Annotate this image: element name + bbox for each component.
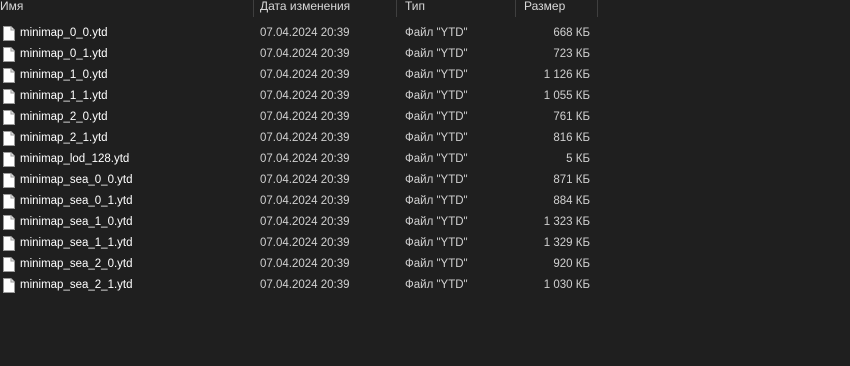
file-size: 884 КБ: [553, 195, 590, 207]
column-header-name[interactable]: Имя: [0, 0, 254, 17]
column-header-date-label: Дата изменения: [260, 0, 351, 13]
file-icon: [3, 170, 17, 191]
file-size: 816 КБ: [553, 132, 590, 144]
file-type: Файл "YTD": [405, 216, 468, 228]
file-row[interactable]: minimap_sea_0_0.ytd 07.04.2024 20:39 Файл …: [0, 170, 850, 191]
file-row[interactable]: minimap_1_0.ytd 07.04.2024 20:39 Файл "YTD…: [0, 65, 850, 86]
column-header-type-label: Тип: [405, 0, 426, 13]
file-type: Файл "YTD": [405, 111, 468, 123]
file-date: 07.04.2024 20:39: [260, 90, 350, 102]
file-type: Файл "YTD": [405, 279, 468, 291]
file-icon: [3, 254, 17, 275]
file-size: 1 030 КБ: [543, 279, 590, 291]
file-name: minimap_sea_1_1.ytd: [20, 237, 133, 249]
column-header-size[interactable]: Размер: [520, 0, 598, 17]
file-icon: [3, 212, 17, 233]
file-row[interactable]: minimap_sea_0_1.ytd 07.04.2024 20:39 Файл …: [0, 191, 850, 212]
file-icon: [3, 275, 17, 296]
file-name: minimap_sea_2_1.ytd: [20, 279, 133, 291]
file-date: 07.04.2024 20:39: [260, 111, 350, 123]
file-type: Файл "YTD": [405, 174, 468, 186]
file-row[interactable]: minimap_lod_128.ytd 07.04.2024 20:39 Файл …: [0, 149, 850, 170]
file-date: 07.04.2024 20:39: [260, 132, 350, 144]
file-row[interactable]: minimap_0_1.ytd 07.04.2024 20:39 Файл "YTD…: [0, 44, 850, 65]
file-row[interactable]: minimap_sea_1_1.ytd 07.04.2024 20:39 Файл …: [0, 233, 850, 254]
file-size: 761 КБ: [553, 111, 590, 123]
column-header-type[interactable]: Тип: [401, 0, 516, 17]
file-size: 668 КБ: [553, 27, 590, 39]
file-row[interactable]: minimap_sea_1_0.ytd 07.04.2024 20:39 Файл …: [0, 212, 850, 233]
file-row[interactable]: minimap_sea_2_1.ytd 07.04.2024 20:39 Файл …: [0, 275, 850, 296]
file-size: 723 КБ: [553, 48, 590, 60]
file-list: minimap_0_0.ytd 07.04.2024 20:39 Файл "YTD…: [0, 23, 850, 296]
file-row[interactable]: minimap_sea_2_0.ytd 07.04.2024 20:39 Файл …: [0, 254, 850, 275]
file-name: minimap_sea_0_0.ytd: [20, 174, 133, 186]
file-date: 07.04.2024 20:39: [260, 216, 350, 228]
file-icon: [3, 23, 17, 44]
file-date: 07.04.2024 20:39: [260, 27, 350, 39]
file-icon: [3, 86, 17, 107]
file-icon: [3, 44, 17, 65]
file-size: 1 055 КБ: [543, 90, 590, 102]
file-list-pane: Имя Дата изменения Тип Размер minimap_0_…: [0, 0, 850, 366]
file-size: 1 323 КБ: [543, 216, 590, 228]
file-row[interactable]: minimap_2_1.ytd 07.04.2024 20:39 Файл "YTD…: [0, 128, 850, 149]
file-name: minimap_lod_128.ytd: [20, 153, 130, 165]
file-icon: [3, 233, 17, 254]
file-date: 07.04.2024 20:39: [260, 237, 350, 249]
file-size: 871 КБ: [553, 174, 590, 186]
file-size: 920 КБ: [553, 258, 590, 270]
file-type: Файл "YTD": [405, 27, 468, 39]
file-name: minimap_sea_1_0.ytd: [20, 216, 133, 228]
file-name: minimap_0_0.ytd: [20, 27, 108, 39]
file-icon: [3, 128, 17, 149]
file-size: 1 126 КБ: [543, 69, 590, 81]
column-header-date[interactable]: Дата изменения: [256, 0, 397, 17]
file-type: Файл "YTD": [405, 48, 468, 60]
file-name: minimap_1_1.ytd: [20, 90, 108, 102]
file-date: 07.04.2024 20:39: [260, 195, 350, 207]
file-date: 07.04.2024 20:39: [260, 48, 350, 60]
file-size: 5 КБ: [566, 153, 590, 165]
file-type: Файл "YTD": [405, 90, 468, 102]
column-header-name-label: Имя: [0, 0, 24, 13]
file-type: Файл "YTD": [405, 195, 468, 207]
file-date: 07.04.2024 20:39: [260, 153, 350, 165]
column-header-size-label: Размер: [524, 0, 566, 13]
file-name: minimap_2_0.ytd: [20, 111, 108, 123]
file-name: minimap_0_1.ytd: [20, 48, 108, 60]
file-icon: [3, 107, 17, 128]
file-date: 07.04.2024 20:39: [260, 279, 350, 291]
column-header-bar: Имя Дата изменения Тип Размер: [0, 0, 850, 17]
file-icon: [3, 149, 17, 170]
file-type: Файл "YTD": [405, 237, 468, 249]
file-date: 07.04.2024 20:39: [260, 258, 350, 270]
file-row[interactable]: minimap_1_1.ytd 07.04.2024 20:39 Файл "YTD…: [0, 86, 850, 107]
file-row[interactable]: minimap_0_0.ytd 07.04.2024 20:39 Файл "YTD…: [0, 23, 850, 44]
file-type: Файл "YTD": [405, 69, 468, 81]
file-type: Файл "YTD": [405, 153, 468, 165]
file-name: minimap_sea_2_0.ytd: [20, 258, 133, 270]
file-type: Файл "YTD": [405, 132, 468, 144]
file-row[interactable]: minimap_2_0.ytd 07.04.2024 20:39 Файл "YTD…: [0, 107, 850, 128]
file-date: 07.04.2024 20:39: [260, 69, 350, 81]
file-size: 1 329 КБ: [543, 237, 590, 249]
file-name: minimap_sea_0_1.ytd: [20, 195, 133, 207]
file-type: Файл "YTD": [405, 258, 468, 270]
file-date: 07.04.2024 20:39: [260, 174, 350, 186]
file-name: minimap_1_0.ytd: [20, 69, 108, 81]
file-name: minimap_2_1.ytd: [20, 132, 108, 144]
file-icon: [3, 65, 17, 86]
file-icon: [3, 191, 17, 212]
